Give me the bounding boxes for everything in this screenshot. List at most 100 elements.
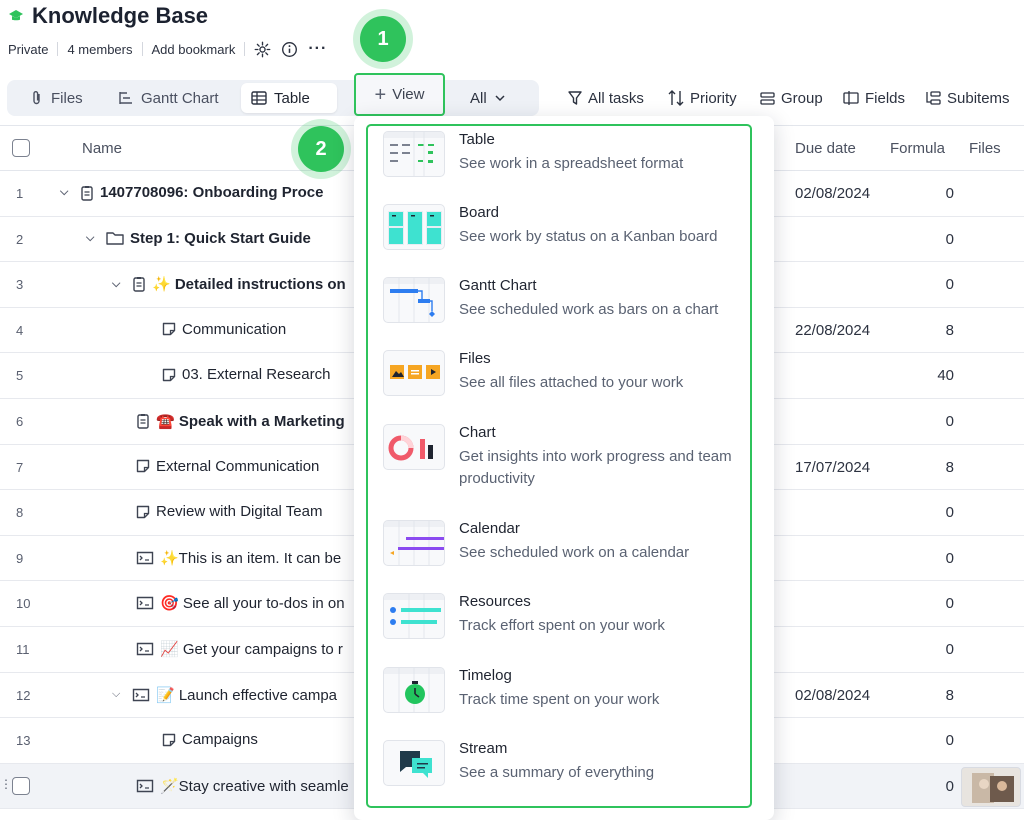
view-option-board[interactable]: Board See work by status on a Kanban boar… [383, 204, 753, 264]
fields-button[interactable]: Fields [843, 86, 905, 110]
row-name-cell[interactable]: 📈 Get your campaigns to r [136, 640, 343, 658]
gantt-view-icon [383, 277, 445, 323]
group-label: Group [781, 89, 823, 107]
add-view-button[interactable]: + View [354, 73, 445, 116]
formula-cell: 0 [945, 777, 954, 795]
due-date-cell[interactable]: 02/08/2024 [795, 687, 870, 704]
priority-label: Priority [690, 89, 737, 107]
item-icon [136, 596, 154, 610]
view-option-description: Get insights into work progress and team… [459, 448, 732, 487]
document-icon [80, 185, 94, 201]
row-name-cell[interactable]: ⌵ ✨ Detailed instructions on [112, 275, 346, 293]
row-number: 7 [16, 459, 24, 475]
row-name-cell[interactable]: 🎯 See all your to-dos in on [136, 594, 345, 612]
view-option-resources[interactable]: Resources Track effort spent on your work [383, 593, 753, 653]
view-option-calendar[interactable]: Calendar See scheduled work on a calendar [383, 520, 753, 580]
row-name-cell[interactable]: Campaigns [162, 731, 258, 748]
row-number: 13 [16, 733, 31, 749]
row-name: Review with Digital Team [156, 503, 323, 521]
row-name-cell[interactable]: 03. External Research [162, 366, 330, 383]
row-name-cell[interactable]: ✨This is an item. It can be [136, 549, 341, 567]
row-number: 12 [16, 687, 31, 703]
view-option-files[interactable]: Files See all files attached to your work [383, 350, 753, 410]
row-name-cell[interactable]: ⌵ 📝 Launch effective campa [112, 686, 337, 704]
formula-cell: 8 [945, 686, 954, 704]
timelog-view-icon [383, 667, 445, 713]
view-option-description: See work in a spreadsheet format [459, 155, 684, 172]
due-date-cell[interactable]: 22/08/2024 [795, 322, 870, 339]
column-name[interactable]: Name [82, 140, 122, 157]
formula-cell: 0 [945, 185, 954, 202]
view-option-stream[interactable]: Stream See a summary of everything [383, 740, 753, 800]
view-option-chart[interactable]: Chart Get insights into work progress and… [383, 424, 753, 487]
row-checkbox[interactable] [12, 776, 30, 795]
tab-files-label: Files [51, 89, 83, 107]
info-icon[interactable] [281, 41, 298, 58]
row-name: 📈 Get your campaigns to r [160, 641, 343, 658]
row-number: 9 [16, 550, 24, 566]
view-option-timelog[interactable]: Timelog Track time spent on your work [383, 667, 753, 727]
members-link[interactable]: 4 members [67, 42, 132, 57]
add-view-label: View [392, 86, 425, 103]
due-date-cell[interactable]: 17/07/2024 [795, 459, 870, 476]
all-tasks-filter[interactable]: All tasks [568, 86, 644, 110]
stream-view-icon [383, 740, 445, 786]
row-name: Campaigns [182, 731, 258, 749]
fields-label: Fields [865, 89, 906, 107]
row-name-cell[interactable]: ⌵ 1407708096: Onboarding Proce [60, 184, 323, 201]
row-name-cell[interactable]: Communication [162, 321, 286, 338]
row-name-cell[interactable]: Review with Digital Team [136, 503, 322, 520]
formula-cell: 8 [945, 321, 954, 339]
tab-gantt-chart[interactable]: Gantt Chart [108, 83, 229, 113]
note-icon [162, 368, 176, 382]
tab-table[interactable]: Table [241, 83, 337, 113]
formula-cell: 0 [945, 230, 954, 248]
files-view-icon [383, 350, 445, 396]
gear-icon[interactable] [254, 41, 271, 58]
due-date-cell[interactable]: 02/08/2024 [795, 185, 870, 202]
column-formula[interactable]: Formula [890, 140, 945, 157]
row-name: 🪄Stay creative with seamle [160, 777, 349, 795]
row-name-cell[interactable]: ☎️ Speak with a Marketing [136, 412, 345, 430]
select-all-checkbox[interactable] [12, 139, 30, 157]
view-option-title: Resources [459, 593, 531, 610]
chevron-down-icon[interactable]: ⌵ [112, 688, 126, 701]
row-name: 03. External Research [182, 366, 331, 384]
row-name: Communication [182, 320, 287, 338]
more-icon[interactable]: ··· [308, 40, 327, 58]
all-filter-label: All [470, 89, 487, 107]
priority-sort[interactable]: Priority [668, 86, 737, 110]
formula-cell: 0 [945, 276, 954, 294]
row-number: 10 [16, 596, 31, 612]
subitems-button[interactable]: Subitems [925, 86, 1010, 110]
row-name-cell[interactable]: External Communication [136, 458, 319, 475]
calendar-view-icon [383, 520, 445, 566]
chevron-down-icon[interactable]: ⌵ [60, 186, 74, 199]
step-badge-1: 1 [360, 16, 406, 62]
table-icon [251, 91, 267, 105]
filter-icon [568, 91, 582, 105]
drag-handle-icon[interactable]: ⋮ [0, 777, 12, 791]
column-due-date[interactable]: Due date [795, 140, 856, 157]
all-filter-dropdown[interactable]: All [470, 83, 505, 113]
note-icon [162, 733, 176, 747]
view-option-title: Table [459, 131, 495, 148]
tab-files[interactable]: Files [20, 83, 93, 113]
group-button[interactable]: Group [760, 86, 823, 110]
privacy-label[interactable]: Private [8, 42, 48, 57]
column-files[interactable]: Files [969, 140, 1001, 157]
add-bookmark-button[interactable]: Add bookmark [152, 42, 236, 57]
chevron-down-icon [495, 95, 505, 102]
file-thumbnail[interactable] [961, 766, 1021, 807]
fields-icon [843, 91, 859, 105]
view-option-gantt-chart[interactable]: Gantt Chart See scheduled work as bars on… [383, 277, 753, 337]
row-name: ☎️ Speak with a Marketing [156, 413, 345, 430]
row-number: 11 [16, 642, 30, 657]
row-name-cell[interactable]: 🪄Stay creative with seamle [136, 777, 349, 795]
note-icon [136, 459, 150, 473]
chevron-down-icon[interactable]: ⌵ [112, 278, 126, 291]
row-name-cell[interactable]: ⌵ Step 1: Quick Start Guide [86, 230, 311, 247]
view-option-table[interactable]: Table See work in a spreadsheet format [383, 131, 753, 191]
chevron-down-icon[interactable]: ⌵ [86, 232, 100, 245]
tab-gantt-label: Gantt Chart [141, 89, 219, 107]
